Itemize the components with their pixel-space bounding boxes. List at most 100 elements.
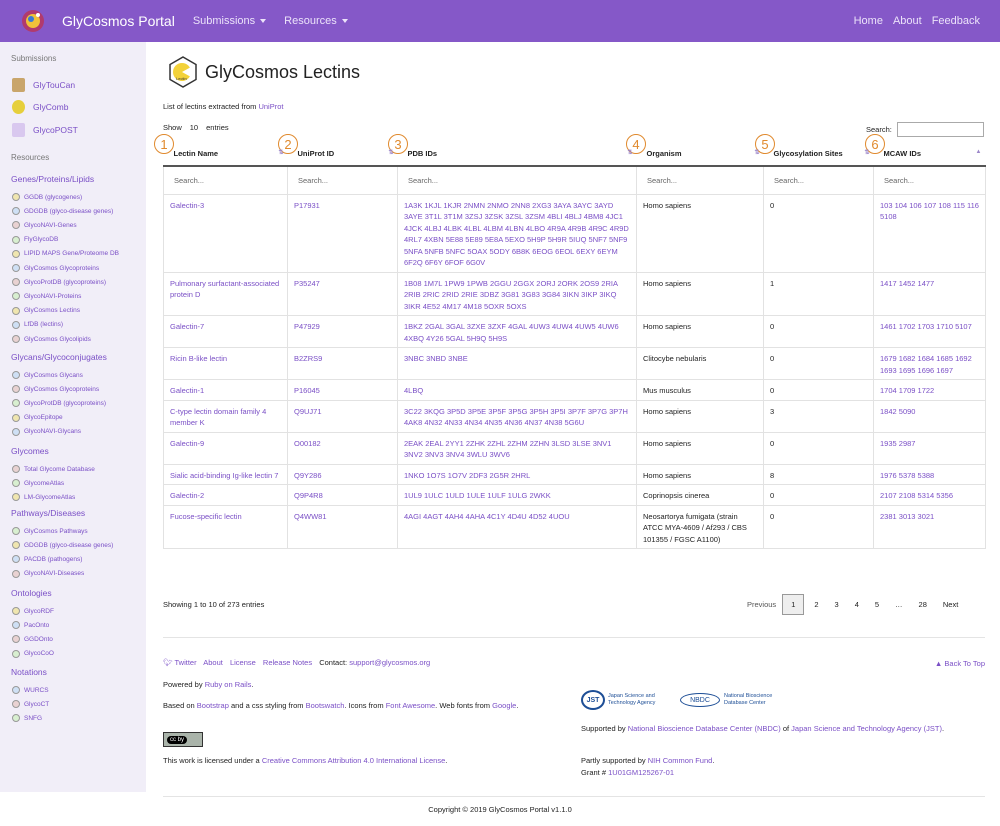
pagination-page-4[interactable]: 4 — [849, 600, 865, 609]
jst-link[interactable]: Japan Science and Technology Agency (JST… — [791, 724, 942, 733]
cell-lectin-name[interactable]: Pulmonary surfactant-associated protein … — [163, 271, 288, 316]
cell-uniprot-id[interactable]: P35247 — [287, 271, 398, 316]
nih-link[interactable]: NIH Common Fund — [648, 756, 713, 765]
sidebar-resource-item[interactable]: GlycoEpitope — [12, 413, 63, 422]
cell-uniprot-id[interactable]: O00182 — [287, 431, 398, 465]
submissions-menu[interactable]: Submissions — [193, 15, 267, 27]
cell-pdb-ids[interactable]: 4AGI 4AGT 4AH4 4AHA 4C1Y 4D4U 4D52 4UOU — [397, 504, 637, 549]
cell-mcaw-ids[interactable]: 1935 2987 — [873, 431, 986, 465]
cell-pdb-ids[interactable]: 1UL9 1ULC 1ULD 1ULE 1ULF 1ULG 2WKK — [397, 484, 637, 506]
rails-link[interactable]: Ruby on Rails — [205, 680, 252, 689]
pagination-page-1[interactable]: 1 — [782, 594, 805, 615]
cell-uniprot-id[interactable]: Q9Y286 — [287, 463, 398, 485]
sidebar-resource-item[interactable]: GlycoNAVI-Genes — [12, 221, 77, 230]
sidebar-resource-item[interactable]: GlycoProtDB (glycoproteins) — [12, 399, 106, 408]
cell-mcaw-ids[interactable]: 1417 1452 1477 — [873, 271, 986, 316]
sidebar-resource-item[interactable]: GDGDB (glyco-disease genes) — [12, 207, 113, 216]
cell-uniprot-id[interactable]: P47929 — [287, 315, 398, 348]
cell-uniprot-id[interactable]: Q4WW81 — [287, 504, 398, 549]
cell-pdb-ids[interactable]: 1A3K 1KJL 1KJR 2NMN 2NMO 2NN8 2XG3 3AYA … — [397, 193, 637, 273]
sidebar-item-glycomb[interactable]: GlyComb — [12, 100, 68, 114]
sidebar-resource-item[interactable]: GlyCosmos Pathways — [12, 527, 88, 535]
sidebar-item-glytoucan[interactable]: GlyTouCan — [12, 78, 75, 92]
filter-lectin-name-input[interactable]: Search... — [163, 165, 288, 195]
pagination-page-28[interactable]: 28 — [913, 600, 933, 609]
cell-mcaw-ids[interactable]: 1842 5090 — [873, 399, 986, 433]
nav-feedback-link[interactable]: Feedback — [932, 15, 980, 27]
pagination-page-2[interactable]: 2 — [808, 600, 824, 609]
cell-lectin-name[interactable]: Galectin-3 — [163, 193, 288, 273]
filter-glycosylation-sites-input[interactable]: Search... — [763, 165, 874, 195]
cell-pdb-ids[interactable]: 3NBC 3NBD 3NBE — [397, 347, 637, 380]
column-header-glycosylation-sites[interactable]: Glycosylation Sites ⇅ — [763, 142, 874, 167]
cell-mcaw-ids[interactable]: 103 104 106 107 108 115 116 5108 — [873, 193, 986, 273]
filter-organism-input[interactable]: Search... — [636, 165, 764, 195]
filter-mcaw-ids-input[interactable]: Search... — [873, 165, 986, 195]
uniprot-link[interactable]: UniProt — [258, 102, 283, 111]
sidebar-resource-item[interactable]: PacOnto — [12, 621, 49, 630]
cell-uniprot-id[interactable]: P16045 — [287, 379, 398, 401]
nav-about-link[interactable]: About — [893, 15, 922, 27]
cell-lectin-name[interactable]: Sialic acid-binding Ig-like lectin 7 — [163, 463, 288, 485]
pagination-page-3[interactable]: 3 — [829, 600, 845, 609]
release-notes-link[interactable]: Release Notes — [263, 658, 312, 667]
sidebar-resource-item[interactable]: GlycoNAVI-Proteins — [12, 292, 81, 301]
google-link[interactable]: Google — [492, 701, 516, 710]
page-length-select[interactable]: 10 — [190, 123, 198, 132]
jst-logo-icon[interactable]: JST — [581, 690, 605, 710]
sidebar-resource-item[interactable]: WURCS — [12, 686, 49, 694]
cell-mcaw-ids[interactable]: 2107 2108 5314 5356 — [873, 484, 986, 506]
resources-menu[interactable]: Resources — [284, 15, 348, 27]
cell-uniprot-id[interactable]: Q9UJ71 — [287, 399, 398, 433]
sidebar-resource-item[interactable]: GlycoNAVI-Diseases — [12, 569, 84, 578]
nav-home-link[interactable]: Home — [854, 15, 883, 27]
bootswatch-link[interactable]: Bootswatch — [306, 701, 345, 710]
filter-pdb-ids-input[interactable]: Search... — [397, 165, 637, 195]
twitter-link[interactable]: 🐦︎ Twitter — [163, 658, 197, 667]
search-input[interactable] — [897, 122, 984, 137]
bootstrap-link[interactable]: Bootstrap — [197, 701, 229, 710]
cell-pdb-ids[interactable]: 4LBQ — [397, 379, 637, 401]
cell-uniprot-id[interactable]: P17931 — [287, 193, 398, 273]
cell-mcaw-ids[interactable]: 1976 5378 5388 — [873, 463, 986, 485]
cell-pdb-ids[interactable]: 1B08 1M7L 1PW9 1PWB 2GGU 2GGX 2ORJ 2ORK … — [397, 271, 637, 316]
sidebar-resource-item[interactable]: SNFG — [12, 714, 42, 723]
sidebar-item-glycopost[interactable]: GlycoPOST — [12, 123, 78, 137]
sidebar-resource-item[interactable]: PACDB (pathogens) — [12, 555, 82, 564]
brand-name[interactable]: GlyCosmos Portal — [62, 13, 175, 29]
nbdc-link[interactable]: National Bioscience Database Center (NBD… — [628, 724, 781, 733]
cell-lectin-name[interactable]: Galectin-2 — [163, 484, 288, 506]
sidebar-resource-item[interactable]: GlycoCT — [12, 700, 49, 709]
cc-license-badge[interactable]: cc by — [163, 732, 203, 747]
cell-mcaw-ids[interactable]: 2381 3013 3021 — [873, 504, 986, 549]
sidebar-resource-item[interactable]: GDGDB (glyco-disease genes) — [12, 541, 113, 550]
sidebar-resource-item[interactable]: GlycoCoO — [12, 649, 54, 658]
sidebar-resource-item[interactable]: GlycoNAVI-Glycans — [12, 427, 81, 436]
cell-uniprot-id[interactable]: B2ZRS9 — [287, 347, 398, 380]
cell-mcaw-ids[interactable]: 1461 1702 1703 1710 5107 — [873, 315, 986, 348]
sidebar-resource-item[interactable]: GGDOnto — [12, 635, 53, 644]
pagination-previous[interactable]: Previous — [741, 600, 782, 609]
cell-mcaw-ids[interactable]: 1679 1682 1684 1685 1692 1693 1695 1696 … — [873, 347, 986, 380]
sidebar-resource-item[interactable]: GlyCosmos Glycolipids — [12, 335, 91, 343]
pagination-next[interactable]: Next — [937, 600, 964, 609]
sidebar-resource-item[interactable]: GlyCosmos Glycans — [12, 371, 83, 379]
filter-uniprot-id-input[interactable]: Search... — [287, 165, 398, 195]
cc-license-link[interactable]: Creative Commons Attribution 4.0 Interna… — [262, 756, 445, 765]
cell-lectin-name[interactable]: Galectin-9 — [163, 431, 288, 465]
glycosmos-logo-icon[interactable] — [18, 6, 48, 36]
column-header-uniprot-id[interactable]: UniProt ID ⇅ — [287, 142, 398, 167]
sidebar-resource-item[interactable]: GlyCosmos Lectins — [12, 306, 80, 315]
cell-lectin-name[interactable]: Ricin B-like lectin — [163, 347, 288, 380]
back-to-top-link[interactable]: ▲ Back To Top — [935, 659, 985, 668]
cell-pdb-ids[interactable]: 3C22 3KQG 3P5D 3P5E 3P5F 3P5G 3P5H 3P5I … — [397, 399, 637, 433]
sidebar-resource-item[interactable]: LIPID MAPS Gene/Proteome DB — [12, 249, 119, 258]
sidebar-resource-item[interactable]: GlycomeAtlas — [12, 479, 64, 488]
nbdc-logo-icon[interactable]: NBDC — [680, 693, 720, 707]
sidebar-resource-item[interactable]: GlyCosmos Glycoproteins — [12, 264, 99, 272]
cell-pdb-ids[interactable]: 1BKZ 2GAL 3GAL 3ZXE 3ZXF 4GAL 4UW3 4UW4 … — [397, 315, 637, 348]
cell-lectin-name[interactable]: C-type lectin domain family 4 member K — [163, 399, 288, 433]
sidebar-resource-item[interactable]: FlyGlycoDB — [12, 235, 58, 244]
column-header-pdb-ids[interactable]: PDB IDs ⇅ — [397, 142, 637, 167]
cell-mcaw-ids[interactable]: 1704 1709 1722 — [873, 379, 986, 401]
